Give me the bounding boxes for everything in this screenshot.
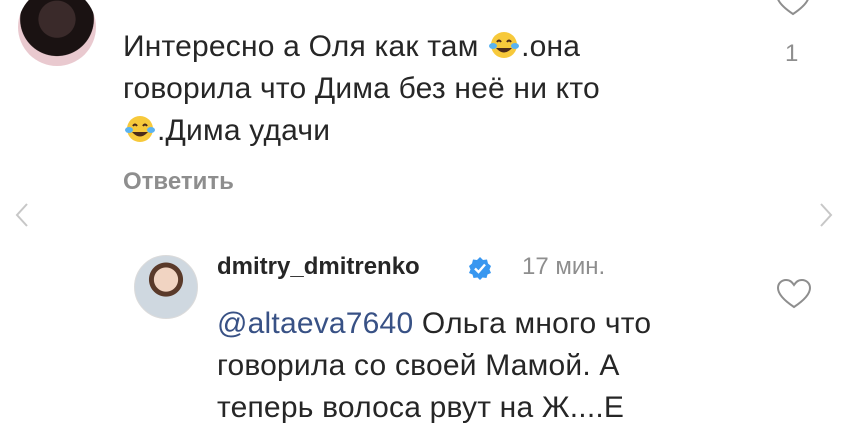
like-count[interactable]: 1 xyxy=(785,40,798,68)
reply-line3-text: теперь волоса рвут на Ж....Е xyxy=(217,391,625,424)
joy-emoji-icon xyxy=(489,32,520,58)
reply-line1-text: Ольга много что xyxy=(413,307,652,340)
username-link[interactable]: dmitry_dmitrenko xyxy=(217,253,420,281)
comment-text: Интересно а Оля как там .она говорила чт… xyxy=(123,26,763,152)
comment-line1-text: Интересно а Оля как там xyxy=(123,30,488,63)
chevron-left-icon[interactable] xyxy=(10,202,36,228)
comment-line2-text: говорила что Дима без неё ни кто xyxy=(123,72,600,105)
reply-avatar[interactable] xyxy=(134,255,198,319)
avatar[interactable] xyxy=(18,0,96,66)
heart-icon[interactable] xyxy=(775,0,811,16)
reply-button[interactable]: Ответить xyxy=(123,168,234,196)
reply-line2-text: говорила со своей Мамой. А xyxy=(217,349,620,382)
verified-badge-icon xyxy=(469,257,491,280)
comment-line3-text: .Дима удачи xyxy=(157,114,331,147)
timestamp: 17 мин. xyxy=(522,253,606,280)
heart-icon[interactable] xyxy=(776,278,812,310)
mention-link[interactable]: @altaeva7640 xyxy=(217,307,413,340)
joy-emoji-icon xyxy=(125,116,155,142)
comment-line1-end: .она xyxy=(521,30,581,63)
chevron-right-icon[interactable] xyxy=(812,202,838,228)
reply-text: @altaeva7640 Ольга много что говорила со… xyxy=(217,303,757,429)
